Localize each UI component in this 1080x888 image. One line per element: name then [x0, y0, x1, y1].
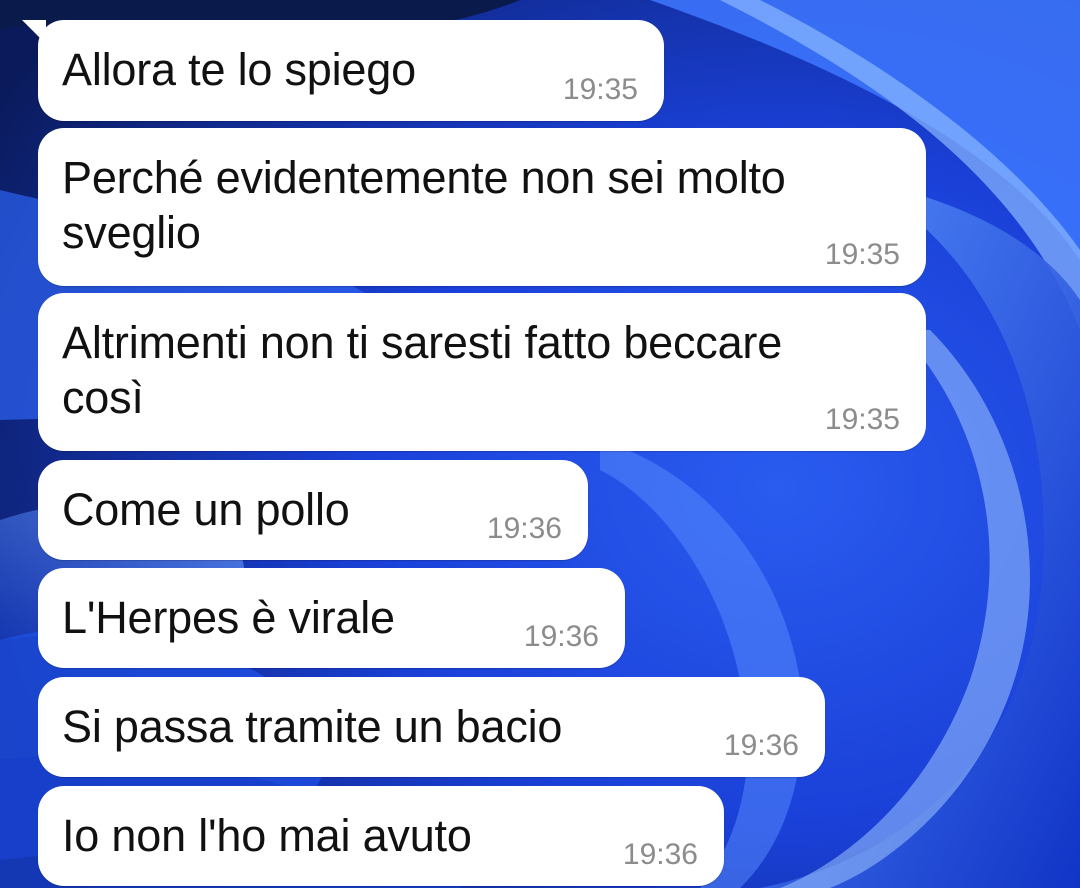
message-list[interactable]: Allora te lo spiego 19:35 Perché evident…	[0, 0, 1080, 888]
message-time: 19:36	[622, 838, 698, 871]
message-text: Allora te lo spiego	[62, 44, 416, 95]
message-time: 19:36	[523, 620, 599, 653]
message-time: 19:35	[562, 73, 638, 106]
message-time: 19:35	[824, 238, 900, 271]
message-text: L'Herpes è virale	[62, 592, 395, 643]
message-text: Io non l'ho mai avuto	[62, 810, 472, 861]
message-bubble[interactable]: Io non l'ho mai avuto 19:36	[38, 786, 724, 886]
message-text: Perché evidentemente non sei molto svegl…	[62, 152, 786, 258]
bubble-tail	[22, 20, 46, 44]
message-time: 19:35	[824, 403, 900, 436]
message-bubble[interactable]: Allora te lo spiego 19:35	[22, 20, 664, 121]
message-time: 19:36	[486, 512, 562, 545]
message-bubble[interactable]: Altrimenti non ti saresti fatto beccare …	[38, 293, 926, 451]
message-bubble[interactable]: Si passa tramite un bacio 19:36	[38, 677, 825, 777]
message-bubble[interactable]: Come un pollo 19:36	[38, 460, 588, 560]
message-text: Altrimenti non ti saresti fatto beccare …	[62, 317, 783, 423]
message-text: Si passa tramite un bacio	[62, 701, 563, 752]
message-time: 19:36	[723, 729, 799, 762]
message-bubble[interactable]: L'Herpes è virale 19:36	[38, 568, 625, 668]
message-bubble[interactable]: Perché evidentemente non sei molto svegl…	[38, 128, 926, 286]
